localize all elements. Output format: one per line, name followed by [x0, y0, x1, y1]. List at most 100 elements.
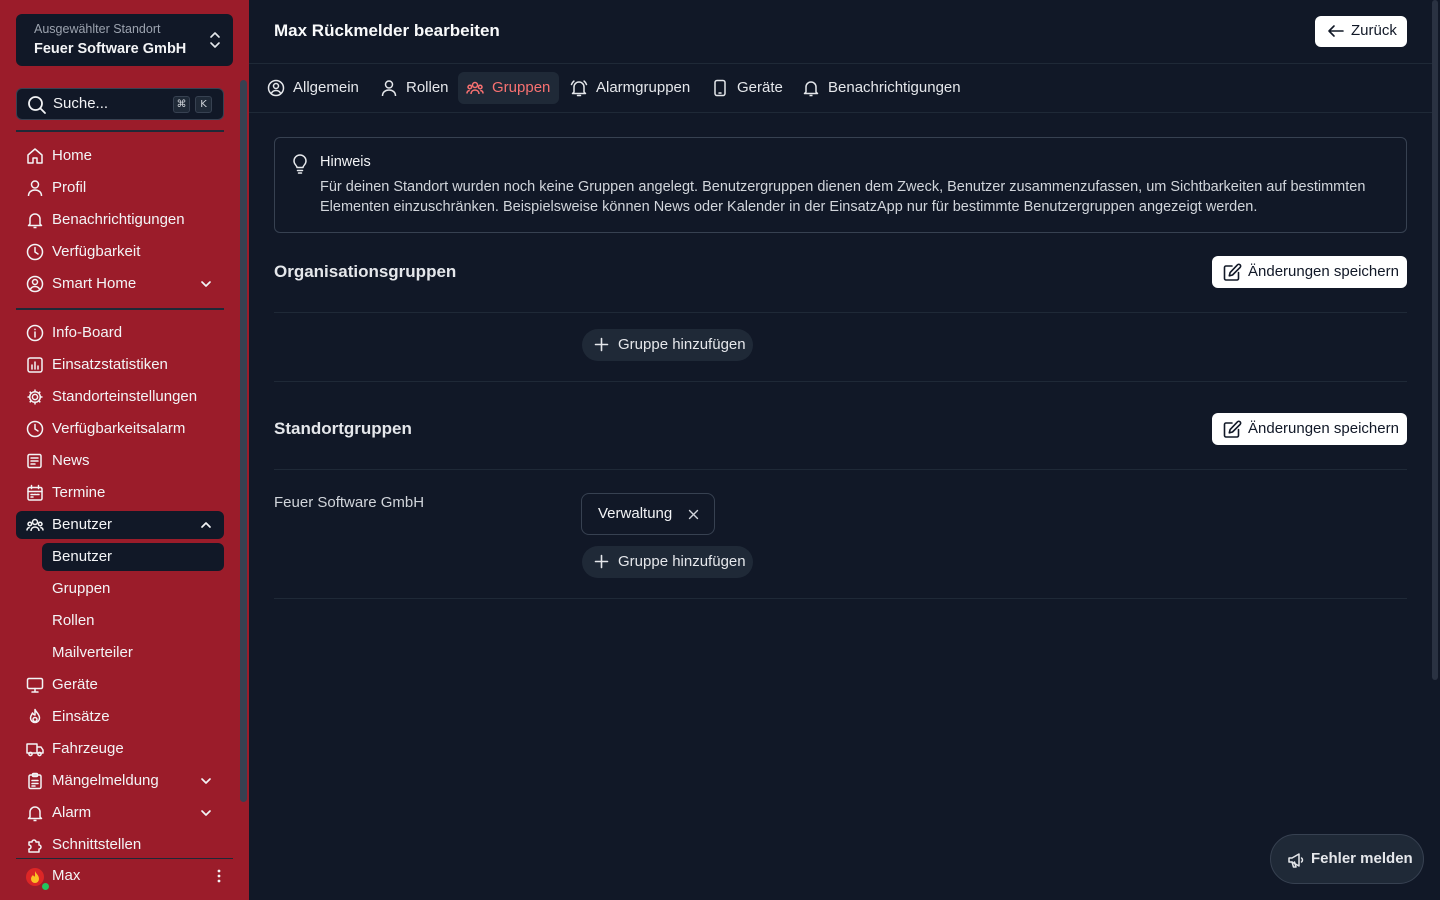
sidebar-item-benutzer[interactable]: Benutzer [16, 511, 224, 539]
section-divider [274, 469, 1407, 470]
clock-icon [26, 420, 44, 438]
section-title-standortgruppen: Standortgruppen [274, 419, 412, 438]
sidebar-item-fahrzeuge[interactable]: Fahrzeuge [16, 735, 224, 763]
sidebar-item-schnittstellen[interactable]: Schnittstellen [16, 831, 224, 859]
sidebar-item-label: Einsatzstatistiken [52, 356, 168, 373]
chevron-down-icon [200, 775, 212, 787]
sidebar-item-label: Profil [52, 179, 87, 196]
sidebar-divider [16, 858, 233, 859]
shortcut-cmd-key: ⌘ [173, 96, 190, 113]
sidebar-divider [16, 130, 224, 132]
user-icon [26, 179, 44, 197]
save-changes-button[interactable]: Änderungen speichern [1212, 256, 1407, 288]
tab-alarmgruppen[interactable]: Alarmgruppen [562, 72, 700, 104]
sidebar-item-label: Info-Board [52, 324, 123, 341]
info-icon [26, 324, 44, 342]
add-group-button[interactable]: Gruppe hinzufügen [582, 546, 753, 578]
group-chip: Verwaltung [581, 493, 715, 535]
sidebar-subitem-rollen[interactable]: Rollen [42, 607, 224, 635]
sidebar: Ausgewählter Standort Feuer Software Gmb… [0, 0, 249, 900]
sidebar-item-label: Termine [52, 484, 106, 501]
report-bug-label: Fehler melden [1311, 850, 1413, 867]
sidebar-item-label: Geräte [52, 676, 98, 693]
sidebar-scrollbar[interactable] [240, 80, 247, 802]
sidebar-item-einsatzstatistiken[interactable]: Einsatzstatistiken [16, 351, 224, 379]
bell-icon [26, 211, 44, 229]
sidebar-item-infoboard[interactable]: Info-Board [16, 319, 224, 347]
bar-chart-icon [26, 356, 44, 374]
chevron-down-icon [200, 807, 212, 819]
sidebar-item-verfuegbarkeit[interactable]: Verfügbarkeit [16, 238, 224, 266]
user-circle-icon [26, 275, 44, 293]
location-caption: Ausgewählter Standort [34, 22, 161, 36]
tab-label: Rollen [406, 79, 449, 96]
save-button-label: Änderungen speichern [1248, 420, 1399, 437]
sidebar-item-label: News [52, 452, 90, 469]
add-group-label: Gruppe hinzufügen [618, 336, 746, 353]
flame-icon [26, 708, 44, 726]
add-group-label: Gruppe hinzufügen [618, 553, 746, 570]
tab-gruppen[interactable]: Gruppen [458, 72, 559, 104]
tab-benachrichtigungen[interactable]: Benachrichtigungen [794, 72, 970, 104]
sidebar-item-label: Alarm [52, 804, 92, 821]
clock-icon [26, 243, 44, 261]
newspaper-icon [26, 452, 44, 470]
page-scrollbar[interactable] [1432, 0, 1438, 680]
sidebar-item-label: Smart Home [52, 275, 137, 292]
sidebar-item-geraete[interactable]: Geräte [16, 671, 224, 699]
hint-title: Hinweis [320, 154, 371, 170]
section-divider [274, 598, 1407, 599]
sidebar-item-smarthome[interactable]: Smart Home [16, 270, 224, 298]
chevron-down-icon [200, 278, 212, 290]
clipboard-icon [26, 772, 44, 790]
sidebar-subitem-mailverteiler[interactable]: Mailverteiler [42, 639, 224, 667]
sidebar-item-einsaetze[interactable]: Einsätze [16, 703, 224, 731]
search-input[interactable]: Suche... ⌘ K [16, 88, 224, 120]
sidebar-item-label: Mängelmeldung [52, 772, 159, 789]
header-divider [249, 63, 1432, 64]
section-title-organisationsgruppen: Organisationsgruppen [274, 262, 457, 281]
gear-icon [26, 388, 44, 406]
sidebar-subitem-benutzer[interactable]: Benutzer [42, 543, 224, 571]
users-icon [26, 516, 44, 534]
sidebar-item-alarm[interactable]: Alarm [16, 799, 224, 827]
sidebar-item-news[interactable]: News [16, 447, 224, 475]
sidebar-item-label: Schnittstellen [52, 836, 142, 853]
user-menu-row[interactable]: Max [16, 862, 233, 891]
sidebar-item-label: Einsätze [52, 708, 110, 725]
sidebar-item-termine[interactable]: Termine [16, 479, 224, 507]
bell-ring-icon [570, 80, 588, 97]
close-icon[interactable] [688, 509, 699, 520]
sidebar-item-standorteinstellungen[interactable]: Standorteinstellungen [16, 383, 224, 411]
location-selector[interactable]: Ausgewählter Standort Feuer Software Gmb… [16, 14, 233, 66]
arrow-left-icon [1328, 25, 1344, 37]
bell-icon [26, 804, 44, 822]
chevron-up-down-icon [209, 31, 221, 49]
sidebar-item-home[interactable]: Home [16, 142, 224, 170]
user-icon [381, 80, 397, 97]
add-group-button[interactable]: Gruppe hinzufügen [582, 329, 753, 361]
section-divider [274, 381, 1407, 382]
sidebar-subitem-gruppen[interactable]: Gruppen [42, 575, 224, 603]
home-icon [26, 147, 44, 165]
save-changes-button[interactable]: Änderungen speichern [1212, 413, 1407, 445]
more-vertical-icon[interactable] [217, 868, 221, 884]
sidebar-item-benachrichtigungen[interactable]: Benachrichtigungen [16, 206, 224, 234]
sidebar-item-profil[interactable]: Profil [16, 174, 224, 202]
search-icon [27, 95, 47, 115]
report-bug-button[interactable]: Fehler melden [1270, 834, 1424, 884]
tab-geraete[interactable]: Geräte [703, 72, 791, 104]
hint-box: Hinweis Für deinen Standort wurden noch … [274, 137, 1407, 233]
sidebar-item-maengelmeldung[interactable]: Mängelmeldung [16, 767, 224, 795]
user-name: Max [52, 867, 81, 884]
back-button[interactable]: Zurück [1315, 16, 1407, 47]
tab-rollen[interactable]: Rollen [372, 72, 456, 104]
calendar-icon [26, 484, 44, 502]
tab-allgemein[interactable]: Allgemein [259, 72, 369, 104]
sidebar-item-verfuegbarkeitsalarm[interactable]: Verfügbarkeitsalarm [16, 415, 224, 443]
sidebar-item-label: Home [52, 147, 93, 164]
tab-label: Alarmgruppen [596, 79, 691, 96]
section-divider [274, 312, 1407, 313]
sidebar-item-label: Rollen [52, 612, 95, 629]
sidebar-item-label: Standorteinstellungen [52, 388, 198, 405]
